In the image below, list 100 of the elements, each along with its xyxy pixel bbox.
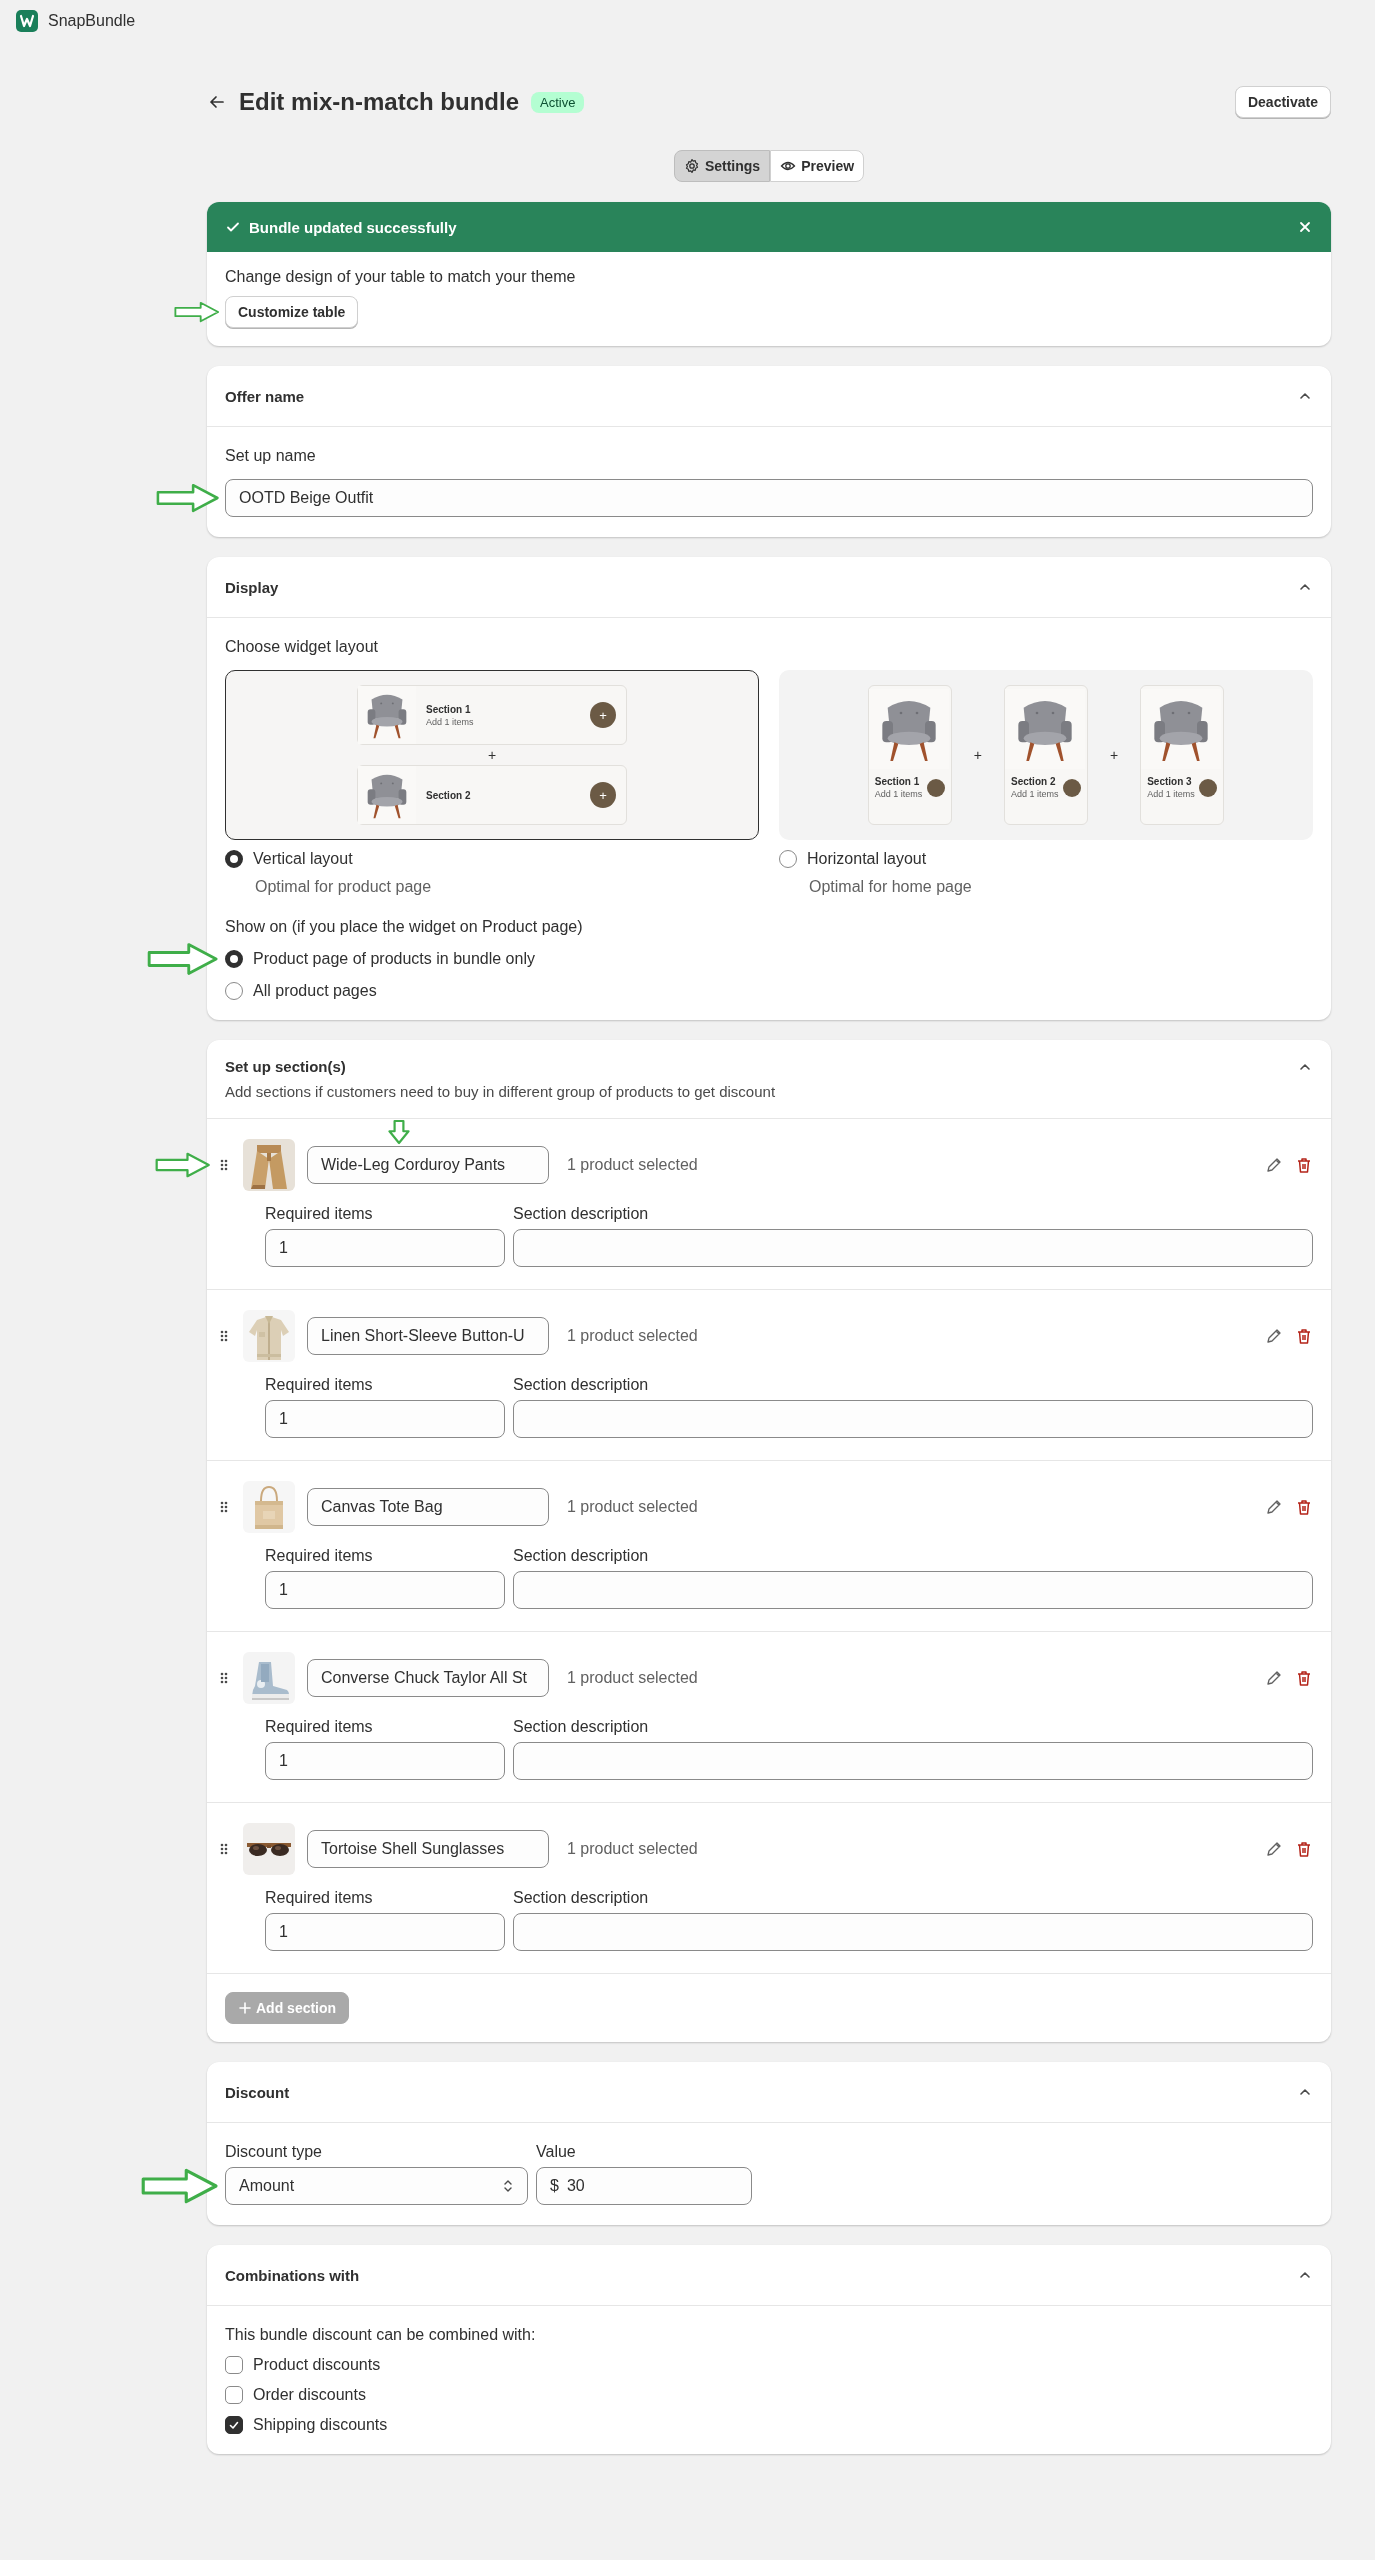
select-arrows-icon	[502, 2178, 514, 2194]
section-name-input[interactable]: Tortoise Shell Sunglasses	[307, 1830, 549, 1868]
radio-label[interactable]: Horizontal layout	[807, 850, 927, 868]
selection-status: 1 product selected	[567, 1327, 699, 1345]
banner-message: Change design of your table to match your theme	[225, 268, 576, 286]
trash-icon[interactable]	[1295, 1669, 1313, 1687]
field-label: Required items	[265, 1205, 374, 1223]
field-label: Required items	[265, 1889, 374, 1907]
field-label: Section description	[513, 1889, 650, 1907]
status-badge: Active	[531, 91, 585, 113]
radio-label[interactable]: Vertical layout	[253, 850, 353, 868]
card-description: Add sections if customers need to buy in different group of products to get discount	[225, 1083, 777, 1100]
trash-icon[interactable]	[1295, 1156, 1313, 1174]
radio-button[interactable]	[225, 850, 243, 868]
deactivate-button[interactable]: Deactivate	[1234, 86, 1331, 118]
layout-preview[interactable]: Section 1 Add 1 items + + Section 2 +	[225, 670, 759, 840]
preview-title: Section 1	[426, 703, 472, 715]
check-icon	[228, 2419, 240, 2431]
card-title: Offer name	[225, 387, 305, 405]
add-circle-icon	[1199, 778, 1218, 797]
field-label: Required items	[265, 1718, 374, 1736]
quantity-input[interactable]: 1	[265, 1229, 505, 1267]
checkbox-label[interactable]: Product discounts	[253, 2356, 381, 2374]
selection-status: 1 product selected	[567, 1669, 699, 1687]
add-circle-icon	[926, 778, 945, 797]
field-label: Set up name	[225, 447, 317, 465]
tab[interactable]: Settings	[673, 150, 771, 182]
section-name-input[interactable]: Canvas Tote Bag	[307, 1488, 549, 1526]
preview-title: Section 3	[1147, 776, 1193, 787]
description-input[interactable]	[513, 1742, 1313, 1780]
plus-sign: +	[1110, 747, 1119, 763]
trash-icon[interactable]	[1295, 1498, 1313, 1516]
add-circle-icon	[1063, 778, 1081, 797]
trash-icon[interactable]	[1295, 1840, 1313, 1858]
field-label: Section description	[513, 1376, 650, 1394]
selection-status: 1 product selected	[567, 1156, 699, 1174]
checkbox[interactable]	[225, 2416, 243, 2434]
layout-preview[interactable]: Section 1 Add 1 items + Section 2 Add 1 items + Section 3 Add 1 items	[779, 670, 1313, 840]
pencil-icon[interactable]	[1265, 1156, 1283, 1174]
description-input[interactable]	[513, 1229, 1313, 1267]
preview-note: Add 1 items	[1011, 789, 1059, 799]
card-title: Combinations with	[225, 2266, 360, 2284]
preview-note: Add 1 items	[1147, 789, 1196, 799]
field-label: Section description	[513, 1718, 650, 1736]
value-input[interactable]: $ 30	[536, 2167, 752, 2205]
plus-sign: +	[973, 747, 982, 763]
section-name-input[interactable]: Converse Chuck Taylor All St	[307, 1659, 549, 1697]
radio-button[interactable]	[225, 982, 243, 1000]
field-label: Show on (if you place the widget on Product page)	[225, 918, 584, 936]
app-name: SnapBundle	[48, 12, 136, 30]
preview-note: Add 1 items	[874, 789, 923, 799]
app-logo-icon	[16, 10, 38, 32]
checkbox[interactable]	[225, 2356, 243, 2374]
checkbox[interactable]	[225, 2386, 243, 2404]
plus-sign: +	[487, 747, 497, 763]
field-label: Section description	[513, 1205, 650, 1223]
combinations-intro: This bundle discount can be combined with:	[225, 2326, 537, 2344]
pencil-icon[interactable]	[1265, 1498, 1283, 1516]
quantity-input[interactable]: 1	[265, 1571, 505, 1609]
field-label: Required items	[265, 1547, 374, 1565]
plus-icon	[238, 2001, 252, 2015]
radio-label[interactable]: All product pages	[253, 982, 377, 1000]
add-circle: +	[590, 702, 616, 728]
tab[interactable]: Preview	[770, 150, 865, 182]
preview-title: Section 2	[426, 789, 472, 801]
banner-title: Bundle updated successfully	[249, 218, 457, 236]
selection-status: 1 product selected	[567, 1840, 699, 1858]
quantity-input[interactable]: 1	[265, 1742, 505, 1780]
page-title: Edit mix-n-match bundle	[239, 88, 519, 116]
pencil-icon[interactable]	[1265, 1327, 1283, 1345]
preview-title: Section 1	[874, 776, 921, 787]
field-label: Section description	[513, 1547, 650, 1565]
radio-description: Optimal for product page	[255, 878, 433, 896]
radio-description: Optimal for home page	[809, 878, 973, 896]
description-input[interactable]	[513, 1913, 1313, 1951]
close-icon[interactable]	[1297, 219, 1313, 235]
field-label: Discount type	[225, 2143, 323, 2161]
checkbox-label[interactable]: Shipping discounts	[253, 2416, 388, 2434]
pencil-icon[interactable]	[1265, 1840, 1283, 1858]
currency-prefix: $	[550, 2177, 559, 2195]
pencil-icon[interactable]	[1265, 1669, 1283, 1687]
trash-icon[interactable]	[1295, 1327, 1313, 1345]
preview-note: Add 1 items	[426, 716, 475, 727]
description-input[interactable]	[513, 1571, 1313, 1609]
section-name-input[interactable]: Linen Short-Sleeve Button-U	[307, 1317, 549, 1355]
quantity-input[interactable]: 1	[265, 1400, 505, 1438]
settings-icon	[683, 158, 700, 174]
radio-button[interactable]	[779, 850, 797, 868]
field-label: Choose widget layout	[225, 638, 379, 656]
card-title: Discount	[225, 2083, 290, 2101]
checkbox-label[interactable]: Order discounts	[253, 2386, 366, 2404]
description-input[interactable]	[513, 1400, 1313, 1438]
card-title: Set up section(s)	[225, 1058, 346, 1075]
preview-title: Section 2	[1011, 776, 1057, 787]
field-label: Value	[536, 2143, 577, 2161]
radio-label[interactable]: Product page of products in bundle only	[253, 950, 535, 968]
selection-status: 1 product selected	[567, 1498, 699, 1516]
add-circle: +	[590, 782, 616, 808]
quantity-input[interactable]: 1	[265, 1913, 505, 1951]
field-label: Required items	[265, 1376, 374, 1394]
